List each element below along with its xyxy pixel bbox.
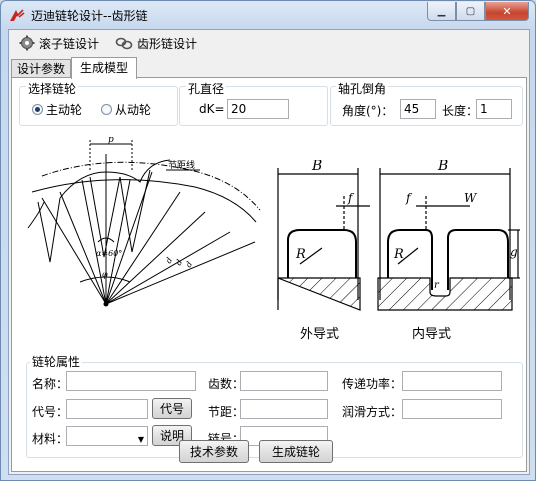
inner-f-label: f (405, 191, 413, 205)
guide-type-diagram: B f R B f W R r g 外导式 内导式 (277, 160, 520, 342)
roller-chain-label: 滚子链设计 (39, 36, 100, 51)
client-area: 滚子链设计 齿形链设计 设计参数 生成模型 选择链轮 主动轮 从动轮 孔直径 d… (8, 29, 530, 475)
app-logo-icon (10, 9, 25, 21)
minimize-icon: ▁ (437, 5, 446, 17)
outer-b-label: B (311, 160, 322, 174)
pitch-label: 节距： (208, 405, 245, 419)
outer-f-label: f (347, 191, 355, 205)
driven-wheel-radio[interactable]: 从动轮 (101, 101, 151, 118)
chamfer-angle-label: 角度(°)： (342, 104, 394, 118)
tab-generate-model[interactable]: 生成模型 (71, 57, 138, 79)
chain-icon (115, 37, 133, 50)
window-title: 迈迪链轮设计--齿形链 (31, 9, 148, 23)
inner-w-label: W (464, 191, 478, 205)
g-label: g (510, 245, 518, 259)
lubrication-input[interactable] (402, 399, 502, 419)
code-input[interactable] (66, 399, 148, 419)
tab-strip: 设计参数 生成模型 (11, 57, 138, 79)
inner-r-label: R (393, 247, 404, 262)
sprocket-select-legend: 选择链轮 (26, 80, 79, 97)
title-bar[interactable]: 迈迪链轮设计--齿形链 ▁ ▢ ✕ (1, 1, 535, 29)
tooth-profile-diagram: p 节距线 α=60° φ d d d (27, 135, 261, 307)
driving-wheel-radio[interactable]: 主动轮 (32, 101, 82, 118)
sprocket-attributes-legend: 链轮属性 (30, 353, 83, 370)
chamfer-length-label: 长度： (442, 104, 479, 118)
tab-panel: 选择链轮 主动轮 从动轮 孔直径 dK= 轴孔倒角 角度(°)： 长度： (11, 77, 527, 472)
inner-b-label: B (437, 160, 448, 174)
tech-params-button[interactable]: 技术参数 (179, 440, 249, 463)
inner-small-r-label: r (434, 280, 440, 291)
power-label: 传递功率： (342, 377, 403, 391)
close-button[interactable]: ✕ (485, 2, 529, 21)
bore-diameter-input[interactable] (227, 99, 289, 119)
bore-label: dK= (199, 102, 225, 116)
phi-label: φ (102, 270, 108, 279)
name-label: 名称： (32, 377, 69, 391)
d1-label: d (164, 256, 174, 265)
driven-wheel-label: 从动轮 (115, 103, 152, 117)
app-window: 迈迪链轮设计--齿形链 ▁ ▢ ✕ 滚子链设计 齿形链设计 设计参数 生成模型 … (0, 0, 536, 481)
chamfer-angle-input[interactable] (400, 99, 436, 119)
maximize-icon: ▢ (465, 5, 476, 17)
bore-legend: 孔直径 (186, 80, 227, 97)
outer-guide-caption: 外导式 (300, 327, 339, 342)
minimize-button[interactable]: ▁ (427, 2, 456, 21)
teeth-label: 齿数： (208, 377, 245, 391)
pitch-p-label: p (108, 135, 114, 145)
maximize-button[interactable]: ▢ (456, 2, 485, 21)
alpha-label: α=60° (96, 249, 122, 258)
chamfer-legend: 轴孔倒角 (336, 80, 389, 97)
lubrication-label: 润滑方式： (342, 405, 403, 419)
inner-guide-caption: 内导式 (412, 326, 451, 342)
outer-r-label: R (295, 247, 306, 262)
material-label: 材料： (32, 432, 69, 446)
tooth-chain-button[interactable]: 齿形链设计 (111, 33, 201, 54)
radio-dot (101, 104, 112, 115)
generate-sprocket-button[interactable]: 生成链轮 (259, 440, 333, 463)
radio-dot (32, 104, 43, 115)
material-select[interactable]: ▼ (66, 426, 148, 446)
chamfer-length-input[interactable] (476, 99, 512, 119)
roller-chain-button[interactable]: 滚子链设计 (15, 33, 103, 54)
code-label: 代号： (32, 405, 69, 419)
toolbar: 滚子链设计 齿形链设计 (9, 30, 535, 56)
driving-wheel-label: 主动轮 (46, 103, 83, 117)
tooth-chain-label: 齿形链设计 (137, 36, 198, 51)
tab-design-params[interactable]: 设计参数 (11, 59, 72, 78)
power-input[interactable] (402, 371, 502, 391)
gear-icon (19, 35, 35, 51)
pitch-input[interactable] (240, 399, 328, 419)
name-input[interactable] (66, 371, 196, 391)
pitch-line-label: 节距线 (168, 159, 195, 171)
close-icon: ✕ (502, 4, 512, 18)
teeth-input[interactable] (240, 371, 328, 391)
chevron-down-icon[interactable]: ▼ (138, 431, 144, 449)
code-button[interactable]: 代号 (152, 398, 192, 419)
